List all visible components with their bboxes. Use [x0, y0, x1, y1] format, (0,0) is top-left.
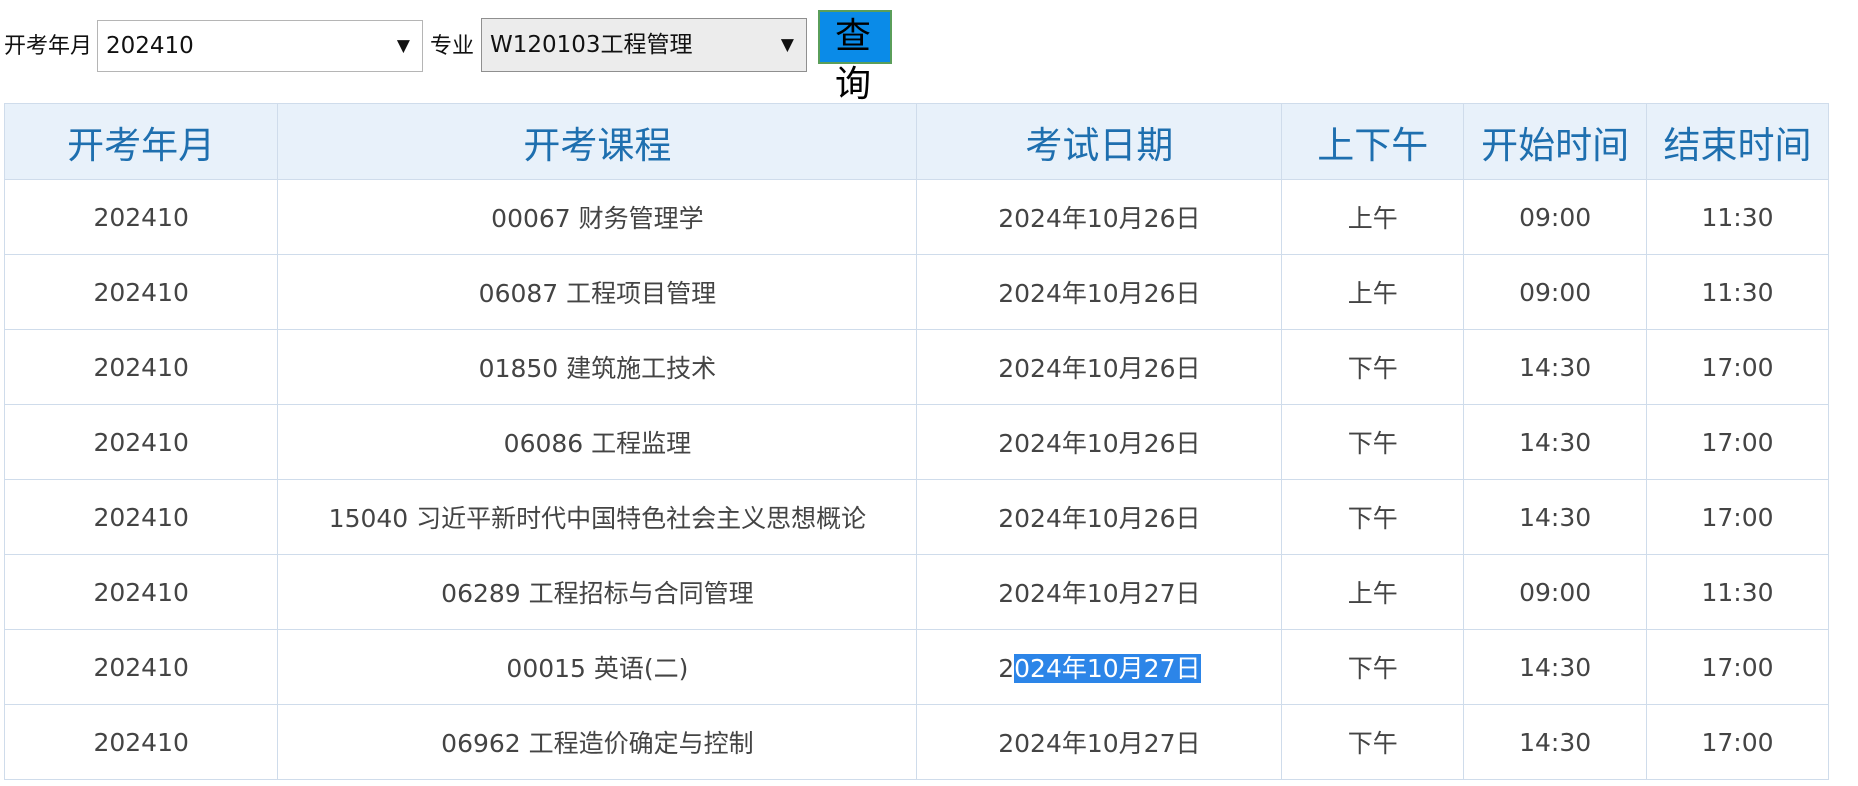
column-header-end-time: 结束时间: [1646, 103, 1829, 180]
cell-session: 下午: [1281, 479, 1465, 555]
exam-month-select[interactable]: 202410 ▼: [97, 20, 423, 72]
cell-exam-date: 2024年10月27日: [916, 554, 1283, 630]
table-row: 202410 06086 工程监理 2024年10月26日 下午 14:30 17:00: [3, 404, 1829, 480]
cell-exam-date: 2024年10月27日: [916, 629, 1283, 705]
cell-session: 上午: [1281, 179, 1465, 255]
cell-course: 15040 习近平新时代中国特色社会主义思想概论: [277, 479, 918, 555]
cell-start-time: 09:00: [1463, 179, 1648, 255]
cell-course: 00015 英语(二): [277, 629, 918, 705]
cell-exam-month: 202410: [3, 329, 279, 405]
table-row: 202410 06962 工程造价确定与控制 2024年10月27日 下午 14:30 1…: [3, 704, 1829, 780]
cell-exam-month: 202410: [3, 554, 279, 630]
table-body: 202410 00067 财务管理学 2024年10月26日 上午 09:00 11:30…: [3, 179, 1829, 780]
cell-end-time: 17:00: [1646, 629, 1829, 705]
cell-end-time: 17:00: [1646, 329, 1829, 405]
chevron-down-icon: ▼: [396, 36, 410, 56]
exam-date-unselected-part: 2: [998, 654, 1015, 683]
cell-start-time: 14:30: [1463, 629, 1648, 705]
exam-schedule-table: 开考年月 开考课程 考试日期 上下午 开始时间 结束时间 202410 00067…: [3, 103, 1829, 780]
cell-course: 00067 财务管理学: [277, 179, 918, 255]
cell-end-time: 17:00: [1646, 479, 1829, 555]
cell-exam-month: 202410: [3, 479, 279, 555]
column-header-exam-date: 考试日期: [916, 103, 1283, 180]
cell-start-time: 14:30: [1463, 404, 1648, 480]
text-selection-highlight: 024年10月27日: [1014, 654, 1201, 683]
cell-course: 01850 建筑施工技术: [277, 329, 918, 405]
cell-course: 06086 工程监理: [277, 404, 918, 480]
cell-end-time: 17:00: [1646, 404, 1829, 480]
column-header-start-time: 开始时间: [1463, 103, 1648, 180]
cell-exam-date: 2024年10月27日: [916, 704, 1283, 780]
cell-course: 06289 工程招标与合同管理: [277, 554, 918, 630]
major-label: 专业: [430, 34, 475, 59]
cell-session: 上午: [1281, 554, 1465, 630]
cell-session: 下午: [1281, 704, 1465, 780]
table-row: 202410 00015 英语(二) 2024年10月27日 下午 14:30 17:00: [3, 629, 1829, 705]
cell-start-time: 09:00: [1463, 554, 1648, 630]
cell-start-time: 09:00: [1463, 254, 1648, 330]
column-header-exam-month: 开考年月: [3, 103, 279, 180]
exam-month-label: 开考年月: [4, 34, 93, 59]
table-row: 202410 00067 财务管理学 2024年10月26日 上午 09:00 11:30: [3, 179, 1829, 255]
cell-exam-date: 2024年10月26日: [916, 479, 1283, 555]
cell-end-time: 11:30: [1646, 179, 1829, 255]
cell-end-time: 11:30: [1646, 254, 1829, 330]
table-header-row: 开考年月 开考课程 考试日期 上下午 开始时间 结束时间: [3, 103, 1829, 180]
cell-session: 下午: [1281, 404, 1465, 480]
cell-exam-month: 202410: [3, 179, 279, 255]
cell-start-time: 14:30: [1463, 479, 1648, 555]
cell-exam-month: 202410: [3, 254, 279, 330]
table-row: 202410 01850 建筑施工技术 2024年10月26日 下午 14:30 17:0…: [3, 329, 1829, 405]
table-row: 202410 06087 工程项目管理 2024年10月26日 上午 09:00 11:3…: [3, 254, 1829, 330]
cell-exam-month: 202410: [3, 404, 279, 480]
cell-course: 06962 工程造价确定与控制: [277, 704, 918, 780]
cell-exam-date: 2024年10月26日: [916, 254, 1283, 330]
cell-session: 下午: [1281, 329, 1465, 405]
cell-end-time: 17:00: [1646, 704, 1829, 780]
cell-session: 上午: [1281, 254, 1465, 330]
cell-session: 下午: [1281, 629, 1465, 705]
chevron-down-icon: ▼: [780, 35, 794, 55]
table-row: 202410 15040 习近平新时代中国特色社会主义思想概论 2024年10月26…: [3, 479, 1829, 555]
cell-end-time: 11:30: [1646, 554, 1829, 630]
filter-toolbar: 开考年月 202410 ▼ 专业 W120103工程管理 ▼ 查询: [0, 0, 1858, 105]
cell-exam-date: 2024年10月26日: [916, 329, 1283, 405]
cell-exam-date: 2024年10月26日: [916, 404, 1283, 480]
cell-start-time: 14:30: [1463, 329, 1648, 405]
column-header-course: 开考课程: [277, 103, 918, 180]
table-row: 202410 06289 工程招标与合同管理 2024年10月27日 上午 09:00 1…: [3, 554, 1829, 630]
exam-month-select-value: 202410: [106, 33, 194, 59]
major-select-value: W120103工程管理: [490, 32, 693, 58]
cell-exam-month: 202410: [3, 704, 279, 780]
cell-exam-month: 202410: [3, 629, 279, 705]
cell-exam-date: 2024年10月26日: [916, 179, 1283, 255]
column-header-session: 上下午: [1281, 103, 1465, 180]
cell-course: 06087 工程项目管理: [277, 254, 918, 330]
query-button[interactable]: 查询: [818, 10, 892, 105]
cell-start-time: 14:30: [1463, 704, 1648, 780]
major-select[interactable]: W120103工程管理 ▼: [481, 18, 807, 72]
